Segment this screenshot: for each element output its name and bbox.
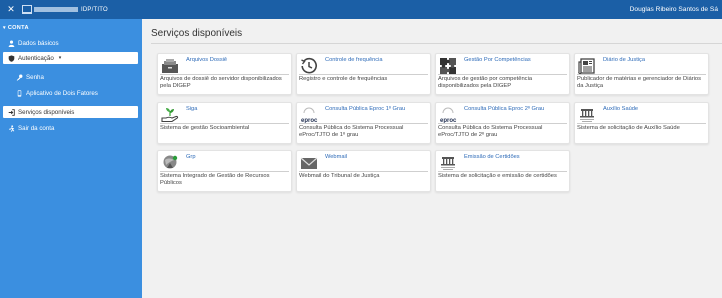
service-card-grp[interactable]: Grp Sistema Integrado de Gestão de Recur… xyxy=(157,150,292,192)
sidebar-section-conta[interactable]: ▾ CONTA xyxy=(0,19,142,36)
brand-name: IDP/TITO xyxy=(81,6,108,13)
service-name: Auxílio Saúde xyxy=(603,106,639,112)
service-description: Consulta Pública do Sistema Processual e… xyxy=(438,125,543,139)
service-card-auxilio-saude[interactable]: Auxílio Saúde Sistema de solicitação de … xyxy=(574,102,709,144)
card-divider xyxy=(438,74,567,75)
mail-icon xyxy=(300,154,318,172)
sidebar-item-label: Autenticação xyxy=(18,54,54,62)
newspaper-icon xyxy=(578,57,596,75)
main-content: Serviços disponíveis Arquivos Dossiê Arq… xyxy=(142,19,722,298)
service-card-siga[interactable]: Siga Sistema de gestão Socioambiental xyxy=(157,102,292,144)
service-card-diario-justica[interactable]: Diário de Justiça Publicador de matérias… xyxy=(574,53,709,95)
title-divider xyxy=(151,43,722,44)
card-divider xyxy=(438,171,567,172)
card-divider xyxy=(299,171,428,172)
key-icon xyxy=(16,74,23,81)
service-description: Arquivos de gestão por competência dispo… xyxy=(438,76,533,90)
sidebar-item-servicos[interactable]: Serviços disponíveis xyxy=(3,106,138,118)
service-description: Webmail do Tribunal de Justiça xyxy=(299,173,380,179)
card-divider xyxy=(299,123,428,124)
sidebar-item-dados-basicos[interactable]: Dados básicos xyxy=(0,37,142,49)
top-bar: ✕ IDP/TITO Douglas Ribeiro Santos de Sá xyxy=(0,0,722,19)
service-name: Consulta Pública Eproc 1º Grau xyxy=(325,106,406,112)
service-description: Sistema Integrado de Gestão de Recursos … xyxy=(160,173,270,187)
sidebar-item-autenticacao[interactable]: Autenticação ▾ xyxy=(3,52,138,64)
sidebar-section-label: CONTA xyxy=(7,24,29,31)
service-name: Arquivos Dossiê xyxy=(186,57,228,63)
user-icon xyxy=(8,40,15,47)
service-card-webmail[interactable]: Webmail Webmail do Tribunal de Justiça xyxy=(296,150,431,192)
service-name: Grp xyxy=(186,154,196,160)
service-description: Publicador de matérias e gerenciador de … xyxy=(577,76,702,90)
card-divider xyxy=(160,171,289,172)
service-card-eproc-2-grau[interactable]: eproc Consulta Pública Eproc 2º Grau Con… xyxy=(435,102,570,144)
sidebar: ▾ CONTA Dados básicos Autenticação ▾ Sen… xyxy=(0,19,142,298)
history-icon xyxy=(300,57,318,75)
service-name: Diário de Justiça xyxy=(603,57,646,63)
user-name[interactable]: Douglas Ribeiro Santos de Sá xyxy=(630,6,718,13)
sidebar-item-label: Sair da conta xyxy=(18,124,55,132)
card-divider xyxy=(577,123,706,124)
chevron-down-icon: ▾ xyxy=(58,55,62,61)
tribunal-icon xyxy=(439,154,457,172)
sidebar-item-label: Dados básicos xyxy=(18,39,59,47)
tribunal-icon xyxy=(578,106,596,124)
card-divider xyxy=(438,123,567,124)
service-description: Consulta Pública do Sistema Processual e… xyxy=(299,125,404,139)
sidebar-item-dois-fatores[interactable]: Aplicativo de Dois Fatores xyxy=(0,87,142,99)
service-card-eproc-1-grau[interactable]: eproc Consulta Pública Eproc 1º Grau Con… xyxy=(296,102,431,144)
plant-hand-icon xyxy=(161,106,179,124)
service-description: Sistema de solicitação e emissão de cert… xyxy=(438,173,557,179)
card-divider xyxy=(160,123,289,124)
sidebar-item-sair[interactable]: Sair da conta xyxy=(0,122,142,134)
card-divider xyxy=(160,74,289,75)
archive-icon xyxy=(161,57,179,75)
brand[interactable]: IDP/TITO xyxy=(22,4,108,15)
shield-icon xyxy=(8,54,15,62)
chevron-down-icon: ▾ xyxy=(3,24,6,31)
service-name: Emissão de Certidões xyxy=(464,154,520,160)
eproc-icon: eproc xyxy=(439,106,457,124)
service-description: Sistema de gestão Socioambiental xyxy=(160,125,250,131)
page-title: Serviços disponíveis xyxy=(151,28,243,39)
service-card-emissao-certidoes[interactable]: Emissão de Certidões Sistema de solicita… xyxy=(435,150,570,192)
grp-icon xyxy=(161,154,179,172)
service-name: Consulta Pública Eproc 2º Grau xyxy=(464,106,545,112)
card-divider xyxy=(577,74,706,75)
service-name: Gestão Por Competências xyxy=(464,57,531,63)
service-description: Registro e controle de frequências xyxy=(299,76,388,82)
card-divider xyxy=(299,74,428,75)
service-name: Controle de frequência xyxy=(325,57,383,63)
service-description: Sistema de solicitação de Auxílio Saúde xyxy=(577,125,680,131)
logout-icon xyxy=(8,124,15,132)
service-card-controle-frequencia[interactable]: Controle de frequência Registro e contro… xyxy=(296,53,431,95)
sidebar-item-senha[interactable]: Senha xyxy=(0,71,142,83)
tribunal-logo xyxy=(22,4,78,15)
signin-icon xyxy=(8,108,15,116)
service-name: Webmail xyxy=(325,154,348,160)
eproc-icon: eproc xyxy=(300,106,318,124)
service-card-arquivos-dossie[interactable]: Arquivos Dossiê Arquivos de dossiê do se… xyxy=(157,53,292,95)
sidebar-item-label: Senha xyxy=(26,73,44,81)
sidebar-item-label: Aplicativo de Dois Fatores xyxy=(26,89,98,97)
sidebar-item-label: Serviços disponíveis xyxy=(18,108,75,116)
service-card-gestao-competencias[interactable]: Gestão Por Competências Arquivos de gest… xyxy=(435,53,570,95)
puzzle-icon xyxy=(439,57,457,75)
service-name: Siga xyxy=(186,106,198,112)
close-icon[interactable]: ✕ xyxy=(4,4,18,15)
service-description: Arquivos de dossiê do servidor disponibi… xyxy=(160,76,282,90)
phone-icon xyxy=(16,89,23,97)
